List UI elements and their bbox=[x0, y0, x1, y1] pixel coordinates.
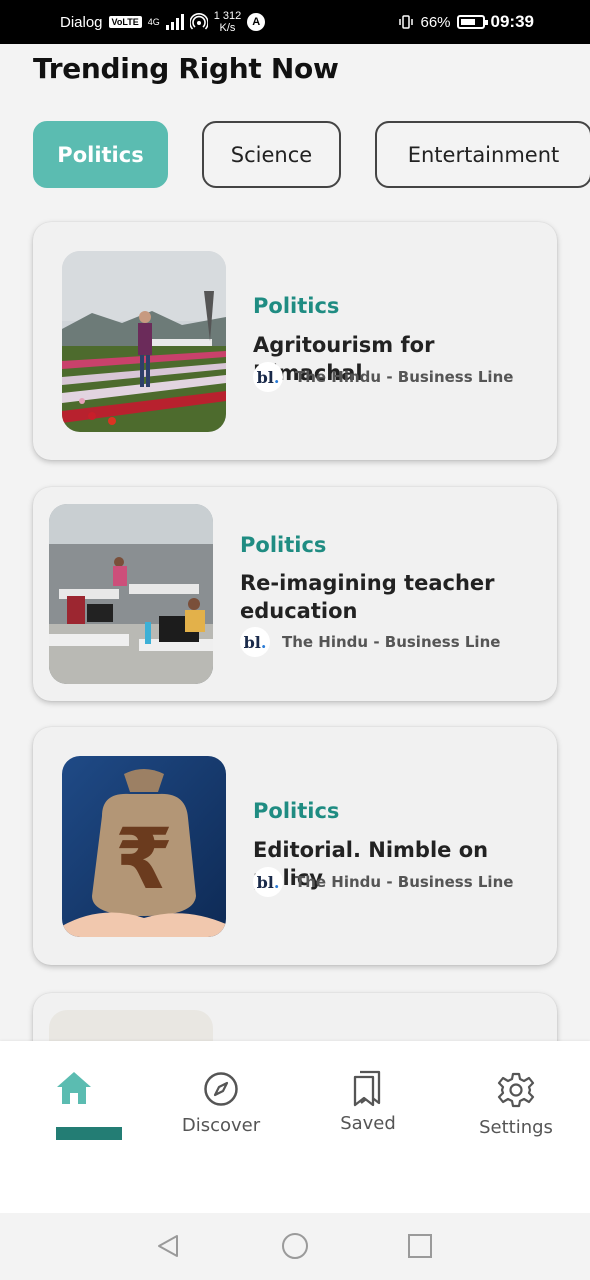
tab-label: Entertainment bbox=[407, 142, 560, 167]
article-category: Politics bbox=[253, 799, 340, 823]
tab-science[interactable]: Science bbox=[202, 121, 341, 188]
status-bar: Dialog VoLTE 4G 1 312 K/s A 66% 09:39 bbox=[0, 0, 590, 44]
hotspot-icon bbox=[189, 13, 208, 30]
nav-item-saved[interactable]: Saved bbox=[298, 1069, 438, 1134]
carrier-name: Dialog bbox=[60, 13, 103, 31]
status-right: 66% 09:39 bbox=[398, 12, 534, 32]
source-name: The Hindu - Business Line bbox=[282, 633, 501, 651]
tab-label: Politics bbox=[57, 142, 144, 167]
page-title: Trending Right Now bbox=[33, 52, 339, 85]
network-speed: 1 312 K/s bbox=[214, 10, 242, 34]
active-tab-indicator bbox=[56, 1127, 122, 1140]
article-source: bl. The Hindu - Business Line bbox=[240, 627, 500, 657]
battery-icon bbox=[456, 15, 488, 29]
status-left: Dialog VoLTE 4G 1 312 K/s A bbox=[60, 10, 266, 34]
clock: 09:39 bbox=[490, 12, 534, 31]
app-notification-icon: A bbox=[247, 13, 266, 31]
article-category: Politics bbox=[253, 294, 340, 318]
rupee-bag-image: ₹ bbox=[62, 756, 226, 937]
bottom-navigation: Discover Saved Settings bbox=[0, 1041, 590, 1213]
home-circle-icon[interactable] bbox=[281, 1232, 309, 1260]
article-thumbnail bbox=[49, 504, 213, 684]
battery-percent: 66% bbox=[420, 13, 451, 31]
source-name: The Hindu - Business Line bbox=[295, 873, 514, 891]
article-source: bl. The Hindu - Business Line bbox=[253, 362, 513, 392]
article-card[interactable]: Politics Agritourism for Himachal bl. Th… bbox=[33, 222, 557, 460]
article-title: Re-imagining teacher education bbox=[240, 571, 495, 623]
article-card[interactable]: Politics Re-imagining teacher education … bbox=[33, 487, 557, 701]
article-category: Politics bbox=[240, 533, 327, 557]
back-icon[interactable] bbox=[155, 1233, 181, 1259]
nav-item-discover[interactable]: Discover bbox=[151, 1071, 291, 1136]
speed-value: 312 bbox=[222, 10, 242, 22]
nav-item-home[interactable] bbox=[4, 1069, 144, 1107]
article-thumbnail: ₹ bbox=[62, 756, 226, 937]
source-logo: bl. bbox=[253, 867, 283, 897]
network-type: 4G bbox=[147, 16, 160, 27]
volte-badge: VoLTE bbox=[108, 16, 142, 28]
vibrate-icon bbox=[399, 15, 414, 29]
classroom-image bbox=[49, 504, 213, 684]
category-tabs: Politics Science Entertainment bbox=[33, 121, 590, 188]
system-navigation-bar bbox=[0, 1213, 590, 1280]
nav-item-settings[interactable]: Settings bbox=[446, 1071, 586, 1138]
source-name: The Hindu - Business Line bbox=[295, 368, 514, 386]
speed-unit: K/s bbox=[219, 22, 236, 34]
nav-label: Saved bbox=[340, 1113, 396, 1134]
speed-prefix: 1 bbox=[213, 10, 220, 22]
bookmark-icon bbox=[353, 1070, 381, 1107]
source-logo: bl. bbox=[253, 362, 283, 392]
tab-politics[interactable]: Politics bbox=[33, 121, 168, 188]
nav-label: Discover bbox=[181, 1115, 261, 1136]
signal-icon bbox=[165, 14, 184, 30]
article-card[interactable]: ₹ Politics Editorial. Nimble on policy b… bbox=[33, 727, 557, 965]
article-source: bl. The Hindu - Business Line bbox=[253, 867, 513, 897]
recents-icon[interactable] bbox=[407, 1233, 433, 1259]
tab-label: Science bbox=[230, 142, 313, 167]
article-thumbnail bbox=[62, 251, 226, 432]
home-icon bbox=[57, 1072, 91, 1104]
nav-label: Settings bbox=[479, 1117, 553, 1138]
svg-text:₹: ₹ bbox=[115, 810, 173, 908]
gear-icon bbox=[497, 1072, 535, 1108]
compass-icon bbox=[204, 1072, 238, 1106]
source-logo: bl. bbox=[240, 627, 270, 657]
tulip-field-image bbox=[62, 251, 226, 432]
tab-entertainment[interactable]: Entertainment bbox=[375, 121, 590, 188]
